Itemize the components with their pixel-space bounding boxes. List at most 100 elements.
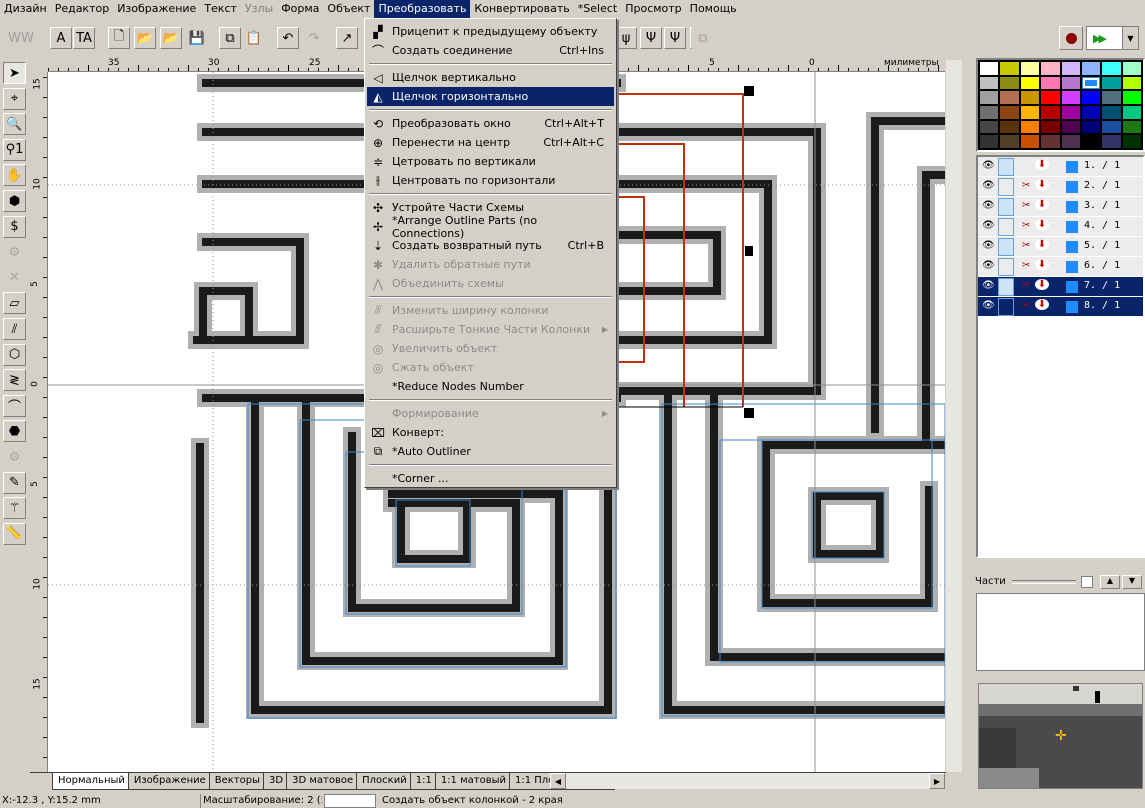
color-swatch[interactable] [1102,76,1121,90]
color-swatch[interactable] [1122,62,1141,75]
tab-6[interactable]: 1:1 [409,773,438,790]
record-button[interactable] [1059,26,1083,50]
tab-5[interactable]: Плоский [356,773,413,790]
menu-item-4[interactable]: ◭ Щелчок горизонтально [367,87,614,106]
scroll-left-icon[interactable]: ◀ [550,773,566,789]
knife-tool[interactable]: ✎ [3,471,26,494]
save-button[interactable]: 💾 [186,27,208,49]
color-swatch[interactable] [1000,120,1019,134]
menu-7[interactable]: Преобразовать [374,0,471,18]
menu-item-18[interactable]: ⫻ Расширьте Тонкие Части Колонки ▶ [367,320,614,339]
tab-7[interactable]: 1:1 матовый [434,773,512,790]
hand-pan-tool[interactable]: ✋ [3,164,26,187]
open-folder-button[interactable]: 📂 [134,27,156,49]
menu-item-13[interactable]: ⇣ Создать возвратный путь Ctrl+B [367,236,614,255]
color-swatch[interactable] [1061,76,1080,90]
color-swatch[interactable] [980,62,999,75]
color-swatch[interactable] [1081,106,1101,119]
stitch-shape-tool[interactable]: $ [3,215,26,238]
color-swatch[interactable] [1061,62,1080,75]
node-handle[interactable] [744,408,754,418]
color-swatch[interactable] [1020,91,1040,104]
color-swatch[interactable] [1061,120,1080,134]
color-swatch[interactable] [1081,76,1101,90]
menu-item-7[interactable]: ⊕ Перенести на центр Ctrl+Alt+C [367,133,614,152]
color-swatch[interactable] [1020,135,1040,148]
menu-item-27[interactable]: *Corner ... [367,469,614,488]
thread-color-swatch[interactable] [1066,261,1078,273]
stop-arrow-icon[interactable]: ⬇ [1035,179,1049,190]
color-swatch[interactable] [980,135,999,148]
menu-item-19[interactable]: ◎ Увеличить объект [367,339,614,358]
color-swatch[interactable] [1081,62,1101,75]
color-swatch[interactable] [1081,135,1101,148]
parts-list[interactable] [976,593,1145,671]
parts-slider[interactable] [1012,580,1076,584]
eye-icon[interactable]: 👁 [982,180,995,191]
menu-item-8[interactable]: ≑ Цетровать по вертикали [367,152,614,171]
cross-shape-tool[interactable]: ✕ [3,267,26,289]
copy-button[interactable]: ⧉ [219,27,241,49]
color-swatch[interactable] [1122,76,1141,90]
color-swatch[interactable] [1122,120,1141,134]
horizontal-scrollbar[interactable]: ◀ ▶ [550,773,945,789]
object-row[interactable]: 👁 ✂ ⬇ 2. / 1 [978,177,1143,197]
stop-arrow-icon[interactable]: ⬇ [1035,159,1049,170]
zigzag-tool-tool[interactable]: ≷ [3,369,26,392]
color-swatch[interactable] [1041,91,1060,104]
menu-11[interactable]: Помощь [686,0,741,18]
eye-icon[interactable]: 👁 [982,220,995,231]
menu-3[interactable]: Текст [200,0,241,18]
object-row[interactable]: 👁 ✂ ⬇ 5. / 1 [978,237,1143,257]
stop-arrow-icon[interactable]: ⬇ [1035,279,1049,290]
color-swatch[interactable] [1102,106,1121,119]
thread-color-swatch[interactable] [1066,301,1078,313]
object-row[interactable]: 👁 ✂ ⬇ 8. / 1 [978,297,1143,317]
scissors-icon[interactable]: ✂ [1022,260,1030,271]
zigzag-button[interactable]: WW [8,27,34,49]
color-swatch[interactable] [1061,135,1080,148]
thread-color-swatch[interactable] [1066,161,1078,173]
menu-1[interactable]: Редактор [51,0,114,18]
ruler-measure-tool[interactable]: 📏 [3,522,26,545]
object-row[interactable]: 👁 ✂ ⬇ 7. / 1 [978,277,1143,297]
gear-disabled-tool[interactable]: ⚙ [3,446,26,468]
color-swatch[interactable] [1102,135,1121,148]
color-swatch[interactable] [1102,62,1121,75]
menu-2[interactable]: Изображение [113,0,200,18]
color-swatch[interactable] [1000,135,1019,148]
tab-1[interactable]: Изображение [127,773,212,790]
satin-tool[interactable]: ⫽ [3,318,26,340]
menu-6[interactable]: Объект [323,0,374,18]
gear-shape-tool[interactable]: ⚙ [3,241,26,263]
menu-item-14[interactable]: ✱ Удалить обратные пути [367,255,614,274]
thread-color-swatch[interactable] [1066,221,1078,233]
tab-0[interactable]: Нормальный [52,773,131,790]
color-swatch[interactable] [1061,106,1080,119]
menu-9[interactable]: *Select [574,0,621,18]
tree-button[interactable]: Ψ [640,27,662,49]
menu-item-25[interactable]: ⧉ *Auto Outliner [367,442,614,461]
zoom-tool[interactable]: 🔍 [3,113,26,136]
object-row[interactable]: 👁 ✂ ⬇ 4. / 1 [978,217,1143,237]
color-swatch[interactable] [1122,91,1141,104]
node-handle[interactable] [744,86,754,96]
thread-color-swatch[interactable] [1066,201,1078,213]
thread-color-swatch[interactable] [1066,241,1078,253]
object-row[interactable]: 👁 ⬇ 1. / 1 [978,157,1143,177]
color-swatch[interactable] [1081,91,1101,104]
scissors-icon[interactable]: ✂ [1022,300,1030,311]
branch-button[interactable]: ψ [615,27,637,49]
eye-icon[interactable]: 👁 [982,200,995,211]
stop-arrow-icon[interactable]: ⬇ [1035,299,1049,310]
scissors-icon[interactable]: ✂ [1022,240,1030,251]
color-swatch[interactable] [1041,106,1060,119]
menu-0[interactable]: Дизайн [0,0,51,18]
color-swatch[interactable] [1081,120,1101,134]
paste-button[interactable]: 📋 [243,27,265,49]
menu-item-21[interactable]: *Reduce Nodes Number [367,377,614,396]
magic-wand-tool[interactable]: ⚚ [3,497,26,520]
object-row[interactable]: 👁 ✂ ⬇ 6. / 1 [978,257,1143,277]
color-swatch[interactable] [980,106,999,119]
menu-item-9[interactable]: ⫲ Центровать по горизонтали [367,171,614,190]
